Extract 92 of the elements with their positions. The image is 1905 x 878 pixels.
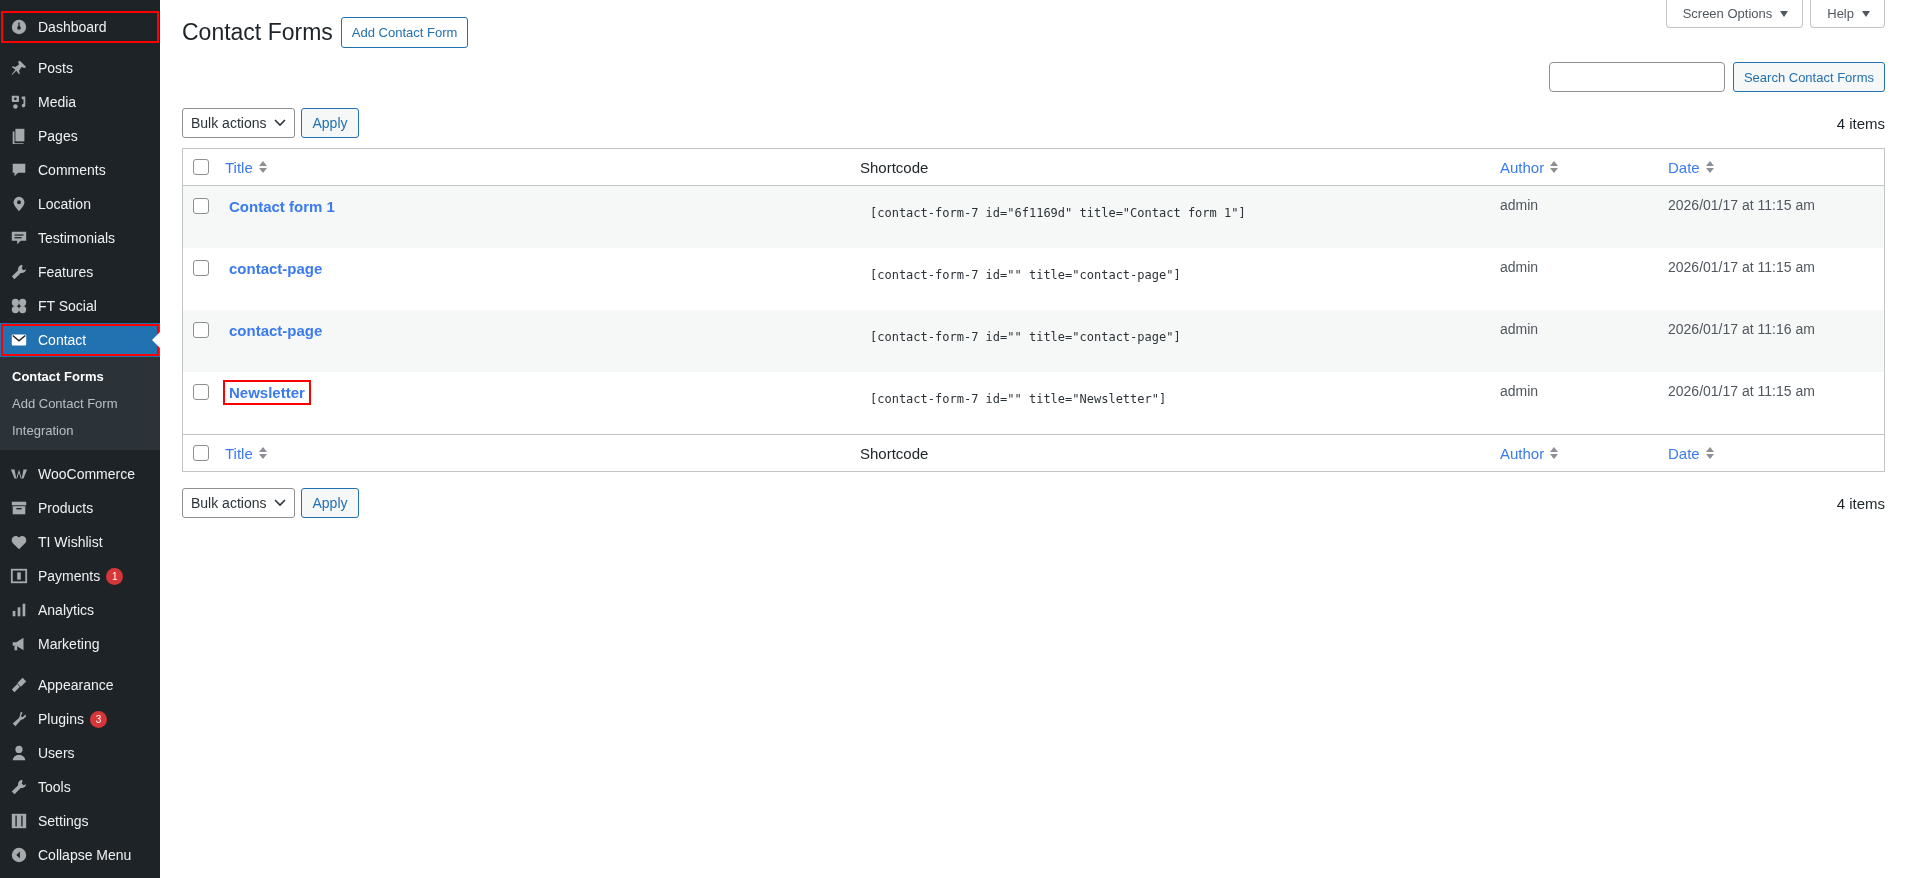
select-all-checkbox[interactable] xyxy=(193,159,209,175)
shortcode-text: [contact-form-7 id="" title="contact-page"] xyxy=(870,268,1181,282)
caret-icon xyxy=(1780,10,1789,17)
wrench-icon xyxy=(10,778,28,796)
shortcode-text: [contact-form-7 id="" title="Newsletter"] xyxy=(870,392,1167,406)
sort-column-link[interactable]: Title xyxy=(225,444,267,462)
help-tab[interactable]: Help xyxy=(1810,0,1885,28)
row-checkbox[interactable] xyxy=(193,322,209,338)
user-icon xyxy=(10,744,28,762)
menu-item[interactable]: Marketing xyxy=(0,627,160,661)
shortcode-text: [contact-form-7 id="" title="contact-page"] xyxy=(870,330,1181,344)
shortcode-text: [contact-form-7 id="6f1169d" title="Contact form 1"] xyxy=(870,206,1246,220)
menu-item[interactable]: Payments 1 xyxy=(0,559,160,593)
form-title-link[interactable]: Newsletter xyxy=(225,382,309,403)
add-contact-form-button[interactable]: Add Contact Form xyxy=(340,17,469,48)
wrench-icon xyxy=(10,263,28,281)
bulk-actions-dropdown[interactable]: Bulk actions xyxy=(182,108,296,138)
menu-item[interactable]: Testimonials xyxy=(0,221,160,255)
submenu-item[interactable]: Contact Forms xyxy=(0,363,160,390)
chevron-down-icon xyxy=(274,499,287,507)
sort-arrows-icon xyxy=(1550,447,1559,459)
media-icon xyxy=(10,93,28,111)
menu-item[interactable]: Features xyxy=(0,255,160,289)
row-checkbox[interactable] xyxy=(193,260,209,276)
date-cell: 2026/01/17 at 11:15 am xyxy=(1668,383,1815,399)
paintbrush-icon xyxy=(10,676,28,694)
item-count: 4 items xyxy=(1836,494,1885,512)
menu-item[interactable]: Plugins 3 xyxy=(0,702,160,736)
sort-arrows-icon xyxy=(1550,161,1559,173)
menu-item[interactable]: Analytics xyxy=(0,593,160,627)
chevron-down-icon xyxy=(274,119,287,127)
count-badge: 1 xyxy=(106,567,124,585)
select-all-checkbox[interactable] xyxy=(193,445,209,461)
menu-item[interactable]: Products xyxy=(0,491,160,525)
column-header: Shortcode xyxy=(860,158,929,176)
sort-arrows-icon xyxy=(258,447,267,459)
sort-column-link[interactable]: Author xyxy=(1500,444,1559,462)
sort-arrows-icon xyxy=(1705,447,1714,459)
row-checkbox[interactable] xyxy=(193,198,209,214)
menu-item[interactable]: Dashboard xyxy=(0,10,160,44)
sort-arrows-icon xyxy=(258,161,267,173)
archive-box-icon xyxy=(10,499,28,517)
sort-column-link[interactable]: Title xyxy=(225,158,267,176)
date-cell: 2026/01/17 at 11:15 am xyxy=(1668,197,1815,213)
date-cell: 2026/01/17 at 11:16 am xyxy=(1668,321,1815,337)
menu-item[interactable]: Appearance xyxy=(0,668,160,702)
pin-icon xyxy=(10,59,28,77)
form-title-link[interactable]: Contact form 1 xyxy=(225,196,339,217)
menu-item[interactable]: WooCommerce xyxy=(0,457,160,491)
menu-item[interactable]: Posts xyxy=(0,51,160,85)
author-cell: admin xyxy=(1500,259,1539,275)
collapse-icon xyxy=(10,846,28,864)
row-checkbox[interactable] xyxy=(193,384,209,400)
testimonial-icon xyxy=(10,229,28,247)
author-cell: admin xyxy=(1500,383,1539,399)
sort-column-link[interactable]: Date xyxy=(1668,158,1714,176)
menu-item[interactable]: Pages xyxy=(0,119,160,153)
author-cell: admin xyxy=(1500,321,1539,337)
page-title: Contact Forms xyxy=(182,19,333,46)
search-field[interactable] xyxy=(1548,62,1725,92)
apply-button[interactable]: Apply xyxy=(301,488,359,518)
menu-item[interactable]: Comments xyxy=(0,153,160,187)
author-cell: admin xyxy=(1500,197,1539,213)
apply-button[interactable]: Apply xyxy=(301,108,359,138)
menu-item[interactable]: Settings xyxy=(0,804,160,838)
menu-item[interactable]: Tools xyxy=(0,770,160,804)
menu-item[interactable]: Location xyxy=(0,187,160,221)
menu-item[interactable]: Contact xyxy=(0,323,160,357)
submenu-item[interactable]: Integration xyxy=(0,417,160,444)
sort-column-link[interactable]: Date xyxy=(1668,444,1714,462)
form-title-link[interactable]: contact-page xyxy=(225,320,327,341)
submenu-item[interactable]: Add Contact Form xyxy=(0,390,160,417)
heart-icon xyxy=(10,533,28,551)
bar-chart-icon xyxy=(10,601,28,619)
menu-item[interactable]: TI Wishlist xyxy=(0,525,160,559)
sort-arrows-icon xyxy=(1705,161,1714,173)
clover-icon xyxy=(10,297,28,315)
menu-item[interactable]: Media xyxy=(0,85,160,119)
bulk-actions-dropdown[interactable]: Bulk actions xyxy=(182,488,296,518)
sort-column-link[interactable]: Author xyxy=(1500,158,1559,176)
caret-icon xyxy=(1862,10,1870,17)
search-button[interactable]: Search Contact Forms xyxy=(1732,62,1885,92)
column-header: Shortcode xyxy=(860,444,929,462)
menu-item[interactable]: Collapse Menu xyxy=(0,838,160,872)
dashboard-icon xyxy=(10,18,28,36)
count-badge: 3 xyxy=(89,710,107,728)
form-title-link[interactable]: contact-page xyxy=(225,258,327,279)
item-count: 4 items xyxy=(1836,114,1885,132)
menu-item[interactable]: Users xyxy=(0,736,160,770)
screen-options-tab[interactable]: Screen Options xyxy=(1665,0,1804,28)
menu-item[interactable]: FT Social xyxy=(0,289,160,323)
date-cell: 2026/01/17 at 11:15 am xyxy=(1668,259,1815,275)
